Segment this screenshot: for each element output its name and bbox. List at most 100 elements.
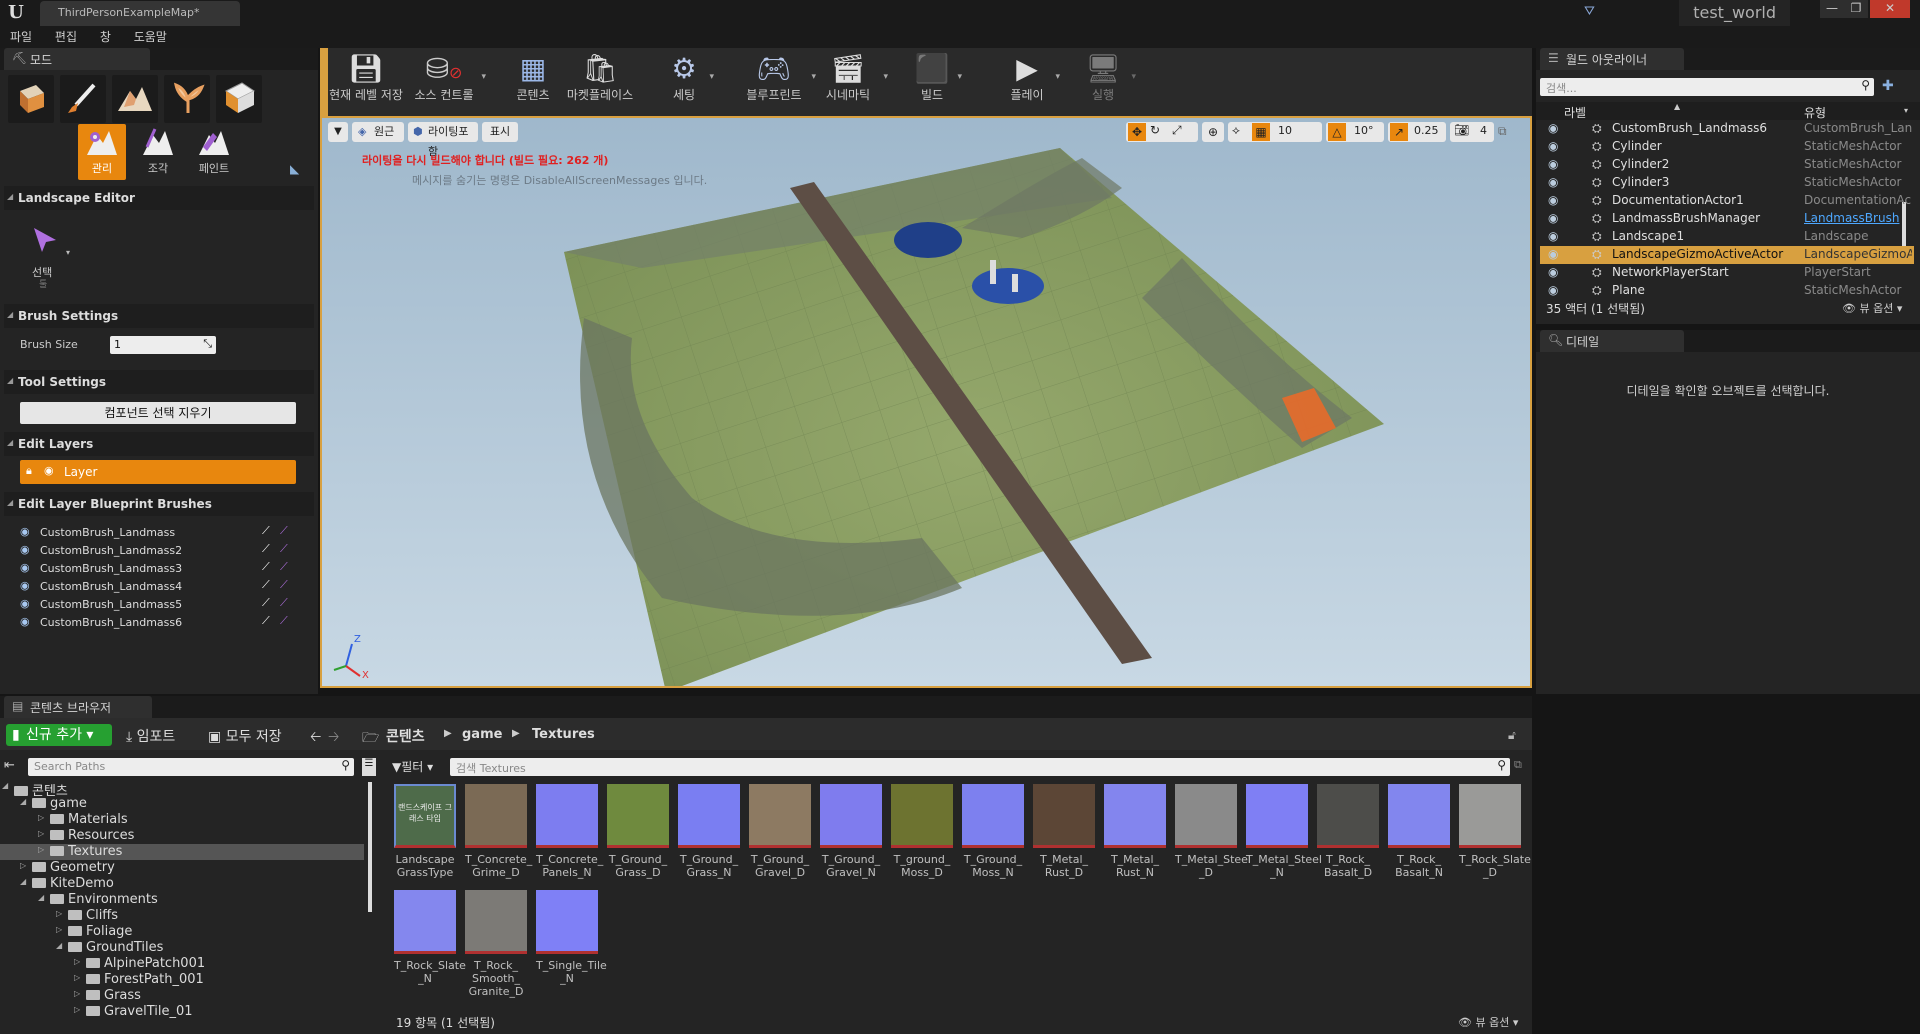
grid-snap-value[interactable]: 10 xyxy=(1278,124,1292,137)
expand-arrow-icon[interactable]: ▷ xyxy=(56,909,62,918)
outliner-row[interactable]: ◉ ⛭ LandscapeGizmoActiveActor LandscapeGizm… xyxy=(1540,246,1914,264)
asset-tile[interactable]: T_Ground_ Gravel_D xyxy=(749,784,811,879)
brush-visibility-eye-icon[interactable]: ◉ xyxy=(20,579,30,592)
back-icon[interactable]: 🡠 xyxy=(310,726,321,750)
path-view-options-icon[interactable]: ☰ xyxy=(362,758,376,776)
lit-mode-button[interactable]: ⬢ 라이팅포함 xyxy=(408,122,478,158)
launch-dropdown-icon[interactable]: ▾ xyxy=(1131,72,1136,82)
scale-snap-value[interactable]: 0.25 xyxy=(1414,124,1439,137)
outliner-row[interactable]: ◉ ⛭ NetworkPlayerStart PlayerStart xyxy=(1540,264,1914,282)
asset-tile[interactable]: T_Ground_ Grass_N xyxy=(678,784,740,879)
tree-folder-row[interactable]: ▷ Foliage xyxy=(0,924,364,940)
sculpt-tool-button[interactable]: 조각 xyxy=(134,124,182,180)
cinematics-button[interactable]: 🎬︎ 시네마틱 ▾ xyxy=(818,50,888,110)
edit-layers-header[interactable]: Edit Layers xyxy=(4,432,314,456)
blueprint-brush-row[interactable]: ◉ CustomBrush_Landmass6 ⟋ ⟋ xyxy=(20,614,300,632)
lock-icon[interactable]: 🔒︎ xyxy=(26,464,32,478)
layer-row[interactable]: 🔒︎ ◉ Layer xyxy=(20,460,296,484)
expand-arrow-icon[interactable]: ◢ xyxy=(56,941,62,950)
tree-folder-row[interactable]: ▷ Materials xyxy=(0,812,364,828)
asset-tile[interactable]: T_Metal_ Rust_D xyxy=(1033,784,1095,879)
landscape-mode-button[interactable] xyxy=(112,75,158,123)
breadcrumb-textures[interactable]: Textures xyxy=(532,727,595,742)
tree-folder-row[interactable]: ◢ KiteDemo xyxy=(0,876,364,892)
asset-tile[interactable]: T_Rock_Slate _D xyxy=(1459,784,1531,879)
search-textures-input[interactable]: 검색 Textures ⚲ xyxy=(450,758,1510,776)
tree-folder-row[interactable]: ◢ GroundTiles xyxy=(0,940,364,956)
menu-file[interactable]: 파일 xyxy=(10,26,32,48)
brush-edit-icon[interactable]: ⟋ xyxy=(262,542,270,556)
blueprint-brush-row[interactable]: ◉ CustomBrush_Landmass4 ⟋ ⟋ xyxy=(20,578,300,596)
content-view-options[interactable]: 👁︎ 뷰 옵션 ▾ xyxy=(1458,1014,1518,1030)
source-control-button[interactable]: ⛁⊘ 소스 컨트롤 ▾ xyxy=(412,50,486,110)
blueprints-dropdown-icon[interactable]: ▾ xyxy=(811,72,816,82)
brush-affect-icon[interactable]: ⟋ xyxy=(280,524,288,538)
asset-tile[interactable]: T_Concrete_ Grime_D xyxy=(465,784,532,879)
expand-arrow-icon[interactable]: ◢ xyxy=(20,877,26,886)
asset-tile[interactable]: T_Metal_Steel _N xyxy=(1246,784,1322,879)
outliner-search-input[interactable]: 검색... ⚲ xyxy=(1540,78,1874,96)
outliner-row[interactable]: ◉ ⛭ Cylinder StaticMeshActor xyxy=(1540,138,1914,156)
tree-folder-row[interactable]: ▷ Cliffs xyxy=(0,908,364,924)
rotate-icon[interactable]: ↻ xyxy=(1150,123,1160,137)
expand-arrow-icon[interactable]: ▷ xyxy=(56,925,62,934)
camera-speed-icon[interactable]: 📷︎ xyxy=(1454,123,1469,137)
tree-folder-row[interactable]: ▷ Grass xyxy=(0,988,364,1004)
tree-folder-row[interactable]: ▷ Textures xyxy=(0,844,364,860)
asset-tile[interactable]: T_Ground_ Gravel_N xyxy=(820,784,882,879)
show-button[interactable]: 표시 xyxy=(482,122,518,142)
forward-icon[interactable]: 🡢 xyxy=(328,726,339,750)
paint-tool-button[interactable]: 페인트 xyxy=(190,124,238,180)
expand-arrow-icon[interactable]: ▷ xyxy=(74,973,80,982)
menu-help[interactable]: 도움말 xyxy=(134,26,167,48)
brush-affect-icon[interactable]: ⟋ xyxy=(280,578,288,592)
menu-window[interactable]: 창 xyxy=(100,26,111,48)
blueprints-button[interactable]: 🎮︎ 블루프린트 ▾ xyxy=(742,50,816,110)
expand-arrow-icon[interactable]: ▷ xyxy=(38,829,44,838)
translate-icon[interactable]: ✥ xyxy=(1128,123,1146,141)
breadcrumb-game[interactable]: game xyxy=(462,727,502,742)
maximize-button[interactable]: ❐ xyxy=(1844,0,1868,18)
visibility-eye-icon[interactable]: ◉ xyxy=(1548,175,1558,189)
outliner-row[interactable]: ◉ ⛭ LandmassBrushManager LandmassBrush xyxy=(1540,210,1914,228)
source-control-dropdown-icon[interactable]: ▾ xyxy=(481,72,486,82)
visibility-eye-icon[interactable]: ◉ xyxy=(1548,247,1558,261)
scale-snap-icon[interactable]: ↗ xyxy=(1390,123,1408,141)
level-viewport[interactable]: ▼ ◈ 원근 ⬢ 라이팅포함 표시 라이팅을 다시 빌드해야 합니다 (빌드 필요:… xyxy=(320,116,1532,688)
tree-folder-row[interactable]: ▷ GravelTile_01 xyxy=(0,1004,364,1020)
scale-icon[interactable]: ⤢ xyxy=(1172,123,1182,138)
save-all-button[interactable]: ▣ 모두 저장 xyxy=(208,726,282,746)
search-paths-input[interactable]: Search Paths ⚲ xyxy=(28,758,354,776)
landscape-editor-header[interactable]: Landscape Editor xyxy=(4,186,314,210)
tool-settings-header[interactable]: Tool Settings xyxy=(4,370,314,394)
filter-button[interactable]: ▼필터 ▾ xyxy=(392,758,444,776)
expand-arrow-icon[interactable]: ◢ xyxy=(2,781,8,790)
brush-edit-icon[interactable]: ⟋ xyxy=(262,578,270,592)
asset-tile[interactable]: T_Single_Tile _N xyxy=(536,890,607,985)
import-button[interactable]: ⤓ 임포트 xyxy=(126,726,175,746)
play-dropdown-icon[interactable]: ▾ xyxy=(1055,72,1060,82)
rotation-snap-icon[interactable]: △ xyxy=(1328,123,1346,141)
brush-affect-icon[interactable]: ⟋ xyxy=(280,542,288,556)
outliner-row[interactable]: ◉ ⛭ Cylinder2 StaticMeshActor xyxy=(1540,156,1914,174)
brush-visibility-eye-icon[interactable]: ◉ xyxy=(20,561,30,574)
save-level-button[interactable]: 💾︎ 현재 레벨 저장 xyxy=(326,50,406,110)
blueprint-brush-row[interactable]: ◉ CustomBrush_Landmass ⟋ ⟋ xyxy=(20,524,300,542)
visibility-eye-icon[interactable]: ◉ xyxy=(1548,211,1558,225)
brush-affect-icon[interactable]: ⟋ xyxy=(280,596,288,610)
visibility-eye-icon[interactable]: ◉ xyxy=(1548,265,1558,279)
level-tab[interactable]: ThirdPersonExampleMap* xyxy=(40,1,240,26)
asset-tile[interactable]: T_Rock_ Smooth_ Granite_D xyxy=(465,890,527,998)
expand-arrow-icon[interactable]: ▷ xyxy=(20,861,26,870)
rotation-snap-value[interactable]: 10° xyxy=(1354,124,1374,137)
visibility-eye-icon[interactable]: ◉ xyxy=(1548,139,1558,153)
brush-edit-icon[interactable]: ⟋ xyxy=(262,596,270,610)
details-tab[interactable]: 🔍︎ 디테일 xyxy=(1540,330,1684,352)
tree-folder-row[interactable]: ▷ Resources xyxy=(0,828,364,844)
type-column-dropdown-icon[interactable]: ▾ xyxy=(1904,106,1908,115)
brush-edit-icon[interactable]: ⟋ xyxy=(262,614,270,628)
outliner-view-options[interactable]: 👁︎ 뷰 옵션 ▾ xyxy=(1842,300,1902,316)
visibility-eye-icon[interactable]: ◉ xyxy=(1548,157,1558,171)
menu-edit[interactable]: 편집 xyxy=(55,26,77,48)
visibility-eye-icon[interactable]: ◉ xyxy=(1548,283,1558,297)
